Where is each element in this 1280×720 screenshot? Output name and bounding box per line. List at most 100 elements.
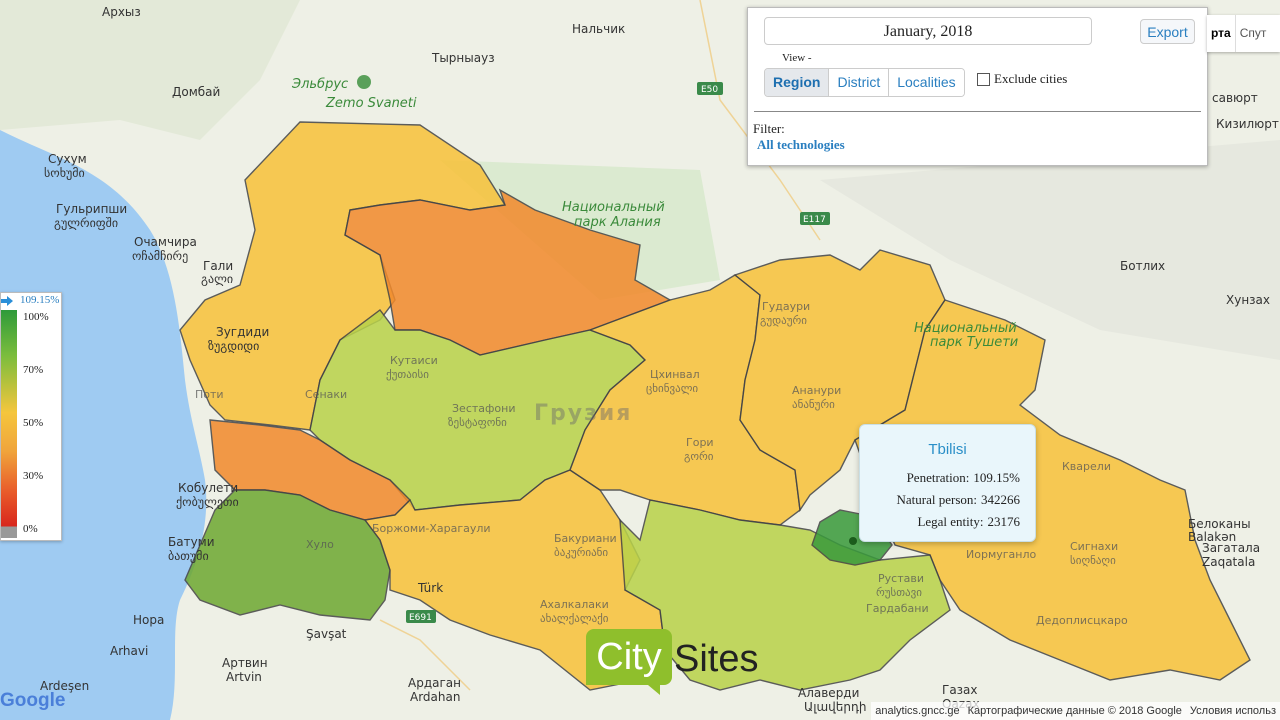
view-toggle-group: Region District Localities (764, 68, 965, 97)
tooltip-label: Legal entity: (917, 514, 984, 529)
map-label: ახალქალაქი (540, 612, 609, 625)
legend-tick: 30% (23, 470, 44, 482)
map-label: Гудаури (762, 300, 810, 313)
map-label: Дедоплисцкаро (1036, 614, 1128, 627)
panel-divider (754, 111, 1201, 112)
map-type-map-button[interactable]: рта (1207, 15, 1235, 52)
legend-tick: 50% (23, 417, 44, 429)
map-label: Türk (417, 581, 443, 595)
map-label: სიღნაღი (1070, 554, 1116, 567)
map-label: Белоканы (1188, 517, 1251, 531)
view-localities-button[interactable]: Localities (889, 69, 964, 96)
map-label: Arhavi (110, 644, 148, 658)
exclude-cities-control[interactable]: Exclude cities (977, 71, 1067, 87)
tooltip-label: Penetration: (906, 470, 970, 485)
map-label: ოჩამჩირე (132, 249, 188, 263)
map-label: Очамчира (134, 235, 197, 249)
map-label: Кварели (1062, 460, 1111, 473)
map-label: Ананури (792, 384, 841, 397)
map-label: парк Тушети (930, 335, 1018, 350)
map-label: Ալավերդի (804, 700, 867, 714)
map-label: Сенаки (305, 388, 347, 401)
map-label: Артвин (222, 656, 268, 670)
map-label: გუდაური (760, 314, 807, 327)
map-label: ზესტაფონი (448, 416, 507, 429)
legend-color-scale (1, 310, 17, 538)
map-label: რუსთავი (876, 586, 922, 599)
map-footer: analytics.gncc.ge Картографические данны… (871, 702, 1280, 720)
map-label: Бакуриани (554, 532, 617, 545)
map-label: Гульрипши (56, 202, 127, 216)
map-label: Хунзах (1226, 293, 1270, 307)
control-panel: January, 2018 Export View - Region Distr… (747, 7, 1208, 166)
legend-tick: 70% (23, 364, 44, 376)
map-type-satellite-button[interactable]: Спут (1234, 15, 1271, 52)
exclude-cities-checkbox[interactable] (977, 72, 990, 86)
map-label: ცხინვალი (646, 382, 698, 395)
map-label: Рустави (878, 572, 924, 585)
tooltip-value: 342266 (981, 492, 1020, 507)
map-label: Сухум (48, 152, 87, 166)
google-logo[interactable]: Google (0, 690, 65, 712)
map-label: Zaqatala (1202, 555, 1255, 569)
map-label: Загатала (1202, 541, 1260, 555)
map-label: Национальный (562, 200, 665, 215)
road-shield-label: E50 (701, 85, 718, 95)
map-label: Архыз (102, 5, 141, 19)
date-selector[interactable]: January, 2018 (764, 17, 1092, 45)
view-label: View - (782, 52, 812, 64)
map-label: Батуми (168, 535, 215, 549)
tooltip-value: 109.15% (973, 470, 1020, 485)
map-label: Тырныауз (431, 51, 495, 65)
export-button[interactable]: Export (1140, 19, 1195, 44)
map-label: Национальный (914, 321, 1017, 336)
filter-label: Filter: (753, 121, 785, 136)
terms-link[interactable]: Условия использ (1185, 702, 1280, 720)
map-label: Грузия (534, 401, 632, 426)
filter-technologies-link[interactable]: All technologies (757, 137, 845, 153)
mountain-icon (357, 75, 371, 89)
logo-city-text: City (586, 629, 672, 685)
map-label: ქუთაისი (386, 368, 429, 381)
map-label: Газах (942, 683, 978, 697)
map-label: Гори (686, 436, 714, 449)
map-label: Ardahan (410, 690, 460, 704)
map-label: გორი (684, 450, 714, 463)
legend: 109.15% 100% 70% 50% 30% 0% (0, 292, 62, 541)
map-label: Кутаиси (390, 354, 438, 367)
map-label: გალი (201, 272, 233, 286)
region-tooltip: Tbilisi Penetration: 109.15% Natural pers… (859, 424, 1036, 542)
logo-speech-tail (648, 685, 660, 695)
map-label: Зестафони (452, 402, 516, 415)
legend-tick: 100% (23, 311, 49, 323)
map-label: парк Алания (574, 215, 661, 230)
map-label: ქობულეთი (176, 495, 239, 509)
tooltip-value: 23176 (987, 514, 1021, 529)
legend-tick: 0% (23, 523, 38, 535)
map-attribution: Картографические данные © 2018 Google (963, 702, 1186, 720)
map-label: ბათუმი (168, 549, 209, 563)
view-district-button[interactable]: District (829, 69, 890, 96)
tooltip-row-natural-person: Natural person: 342266 (860, 492, 1020, 508)
map-label: Гали (203, 259, 233, 273)
tooltip-label: Natural person: (896, 492, 977, 507)
tooltip-title: Tbilisi (928, 441, 967, 458)
map-label: Ардаган (408, 676, 461, 690)
map-label: Сигнахи (1070, 540, 1118, 553)
site-credit: analytics.gncc.ge (871, 702, 964, 720)
map-type-control: рта Спут (1207, 15, 1280, 52)
map-label: Кизилюрт (1216, 117, 1279, 131)
map-label: Хуло (306, 538, 334, 551)
tbilisi-marker-icon[interactable] (849, 537, 857, 545)
tooltip-row-legal-entity: Legal entity: 23176 (860, 514, 1020, 530)
legend-pointer-icon (1, 296, 13, 306)
map-label: Эльбрус (291, 77, 348, 92)
map-label: Зугдиди (216, 325, 269, 339)
map-label: Боржоми-Харагаули (372, 522, 491, 535)
view-region-button[interactable]: Region (765, 69, 830, 96)
exclude-cities-label: Exclude cities (994, 71, 1068, 86)
map-label: ზუგდიდი (208, 339, 259, 353)
map-label: Нальчик (572, 22, 625, 36)
map-label: Гардабани (866, 602, 929, 615)
tooltip-row-penetration: Penetration: 109.15% (860, 470, 1020, 486)
